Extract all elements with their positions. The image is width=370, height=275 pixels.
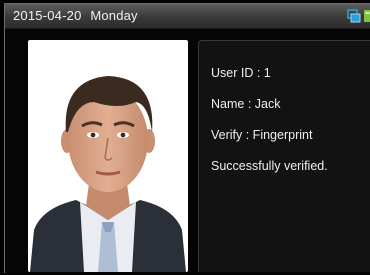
signal-icon [364,10,370,22]
user-id-text: User ID : 1 [211,66,271,80]
weekday-text: Monday [90,8,138,23]
status-icons [347,8,370,24]
network-icon [347,9,361,23]
verify-method-text: Verify : Fingerprint [211,128,313,142]
date-text: 2015-04-20 [13,8,82,23]
user-photo [28,40,188,272]
status-bar: 2015-04-20 Monday [5,4,370,29]
user-name-text: Name : Jack [211,97,281,111]
verification-message: Successfully verified. [211,159,328,173]
device-screen: 2015-04-20 Monday User ID: 1 Name: Jac… [4,3,370,273]
date-time-display: 2015-04-20 Monday [13,8,138,23]
verification-info-panel: User ID : 1 Name : Jack Verify : Fingerp… [198,40,370,272]
